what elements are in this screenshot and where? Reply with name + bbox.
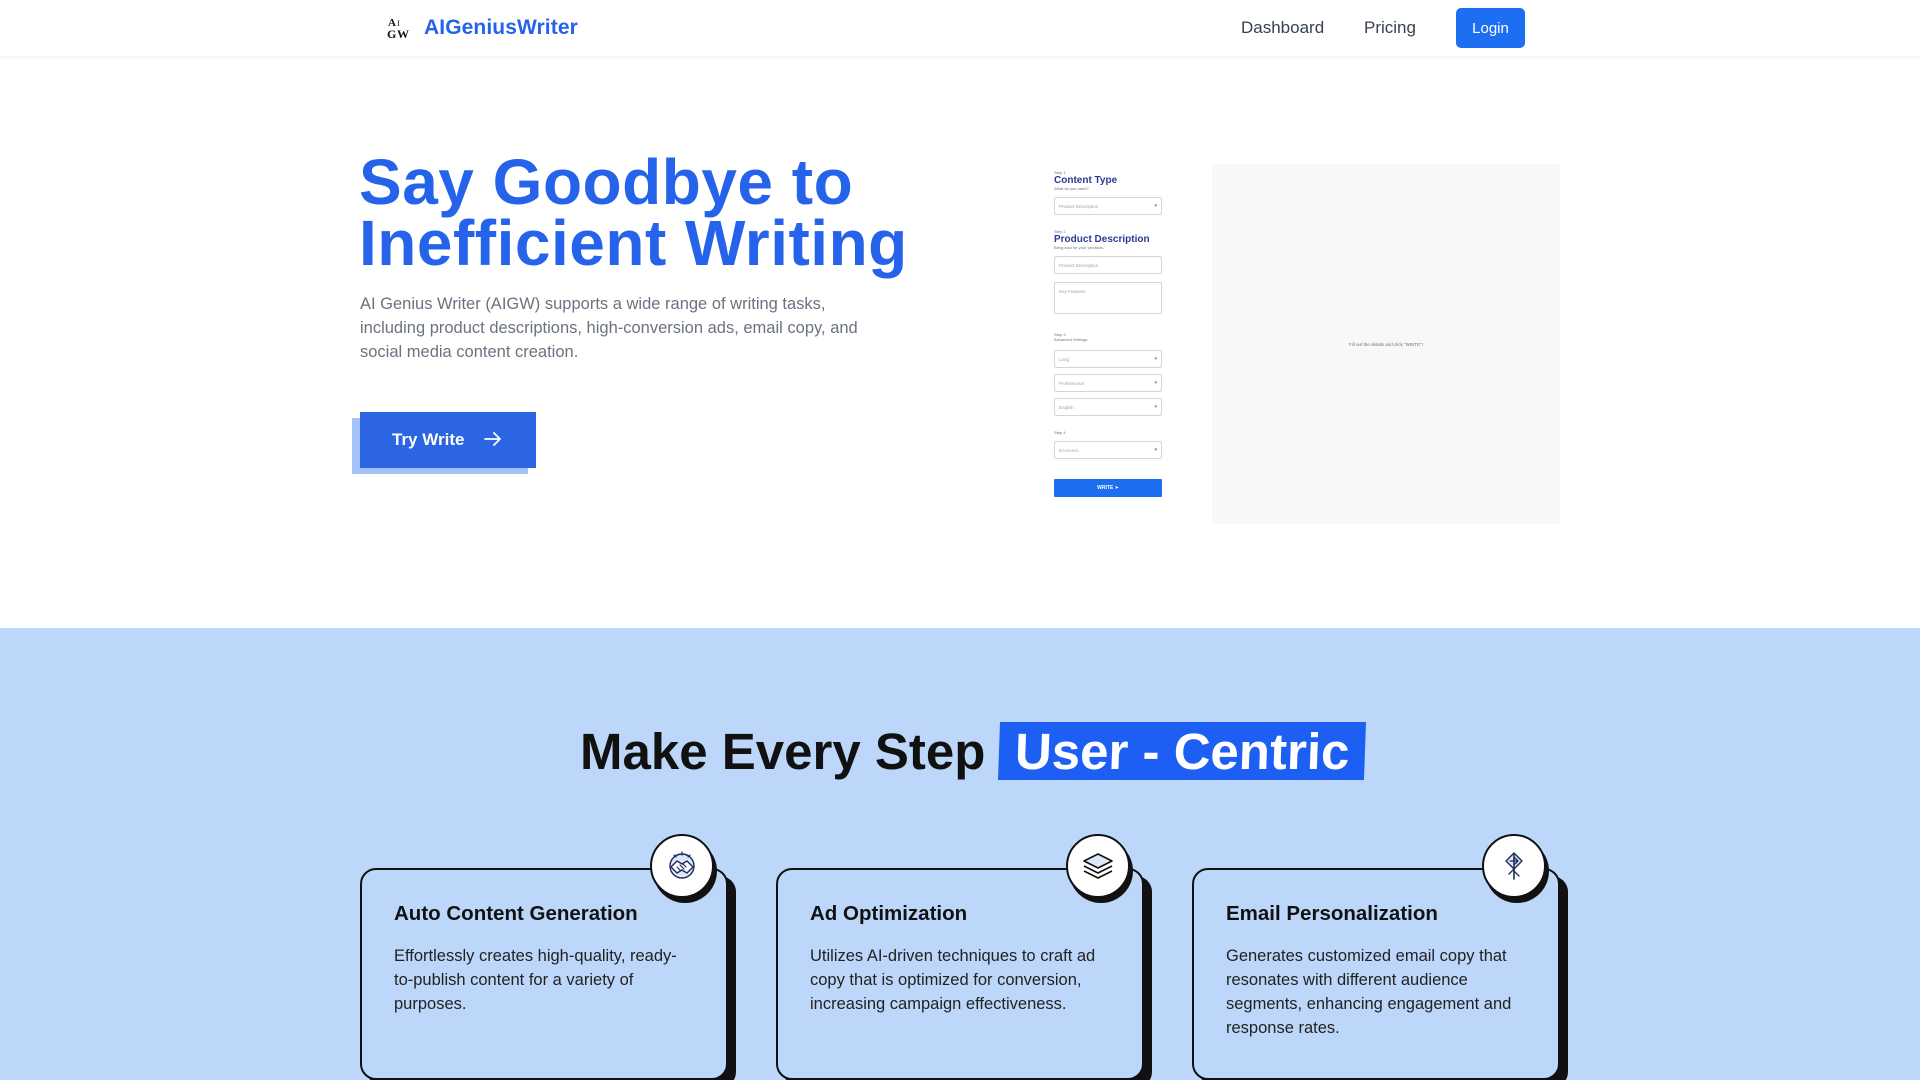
nav-link-pricing[interactable]: Pricing xyxy=(1364,18,1416,38)
preview-product-sub: Bring soul for your products. xyxy=(1054,245,1105,250)
card-title: Auto Content Generation xyxy=(394,902,638,925)
preview-model-select[interactable]: Economic ▾ xyxy=(1054,441,1162,459)
preview-content-type-sub: What do you need? xyxy=(1054,186,1089,191)
feature-card-email-personalization: Email Personalization Generates customiz… xyxy=(1192,834,1568,1080)
features-heading: Make Every Step User - Centric xyxy=(580,721,1367,781)
svg-text:G: G xyxy=(387,27,396,41)
writer-output-preview: Fill out the details and click "WRITE"! xyxy=(1212,164,1560,524)
arrow-right-icon xyxy=(484,430,502,451)
preview-content-type-value: Product Description xyxy=(1059,204,1099,209)
card-description: Effortlessly creates high-quality, ready… xyxy=(394,947,677,1013)
preview-model-value: Economic xyxy=(1059,448,1079,453)
feature-card-ad-optimization: Ad Optimization Utilizes AI-driven techn… xyxy=(776,834,1152,1080)
writer-form-preview: Step 1 Content Type What do you need? Pr… xyxy=(1040,164,1180,524)
direction-sign-icon xyxy=(1482,834,1546,898)
chevron-down-icon: ▾ xyxy=(1154,404,1157,410)
brand-name: AIGeniusWriter xyxy=(424,16,578,39)
features-heading-plain: Make Every Step xyxy=(580,722,986,780)
preview-length-value: Long xyxy=(1059,357,1070,362)
chevron-down-icon: ▾ xyxy=(1154,380,1157,386)
preview-content-type-heading: Content Type xyxy=(1054,175,1118,186)
card-body: Email Personalization Generates customiz… xyxy=(1192,868,1560,1080)
preview-tone-select[interactable]: Professional ▾ xyxy=(1054,374,1162,392)
preview-length-select[interactable]: Long ▾ xyxy=(1054,350,1162,368)
login-button[interactable]: Login xyxy=(1456,8,1525,48)
preview-product-name-input[interactable]: Product Description xyxy=(1054,256,1162,274)
features-section: Make Every Step User - Centric Auto Cont… xyxy=(0,628,1920,1080)
svg-text:W: W xyxy=(397,27,409,41)
preview-features-textarea[interactable]: Key Features xyxy=(1054,282,1162,314)
preview-language-select[interactable]: English ▾ xyxy=(1054,398,1162,416)
feature-card-auto-content: Auto Content Generation Effortlessly cre… xyxy=(360,834,736,1080)
card-body: Ad Optimization Utilizes AI-driven techn… xyxy=(776,868,1144,1080)
preview-language-value: English xyxy=(1059,405,1074,410)
card-description: Generates customized email copy that res… xyxy=(1226,947,1512,1037)
preview-write-button[interactable]: WRITE ➤ xyxy=(1054,479,1162,497)
card-title: Ad Optimization xyxy=(810,902,968,925)
top-navbar: A I G W AIGeniusWriter Dashboard Pricing… xyxy=(0,0,1920,56)
try-write-cta: Try Write xyxy=(352,412,536,476)
hero-title: Say Goodbye to Inefficient Writing xyxy=(359,150,919,275)
card-body: Auto Content Generation Effortlessly cre… xyxy=(360,868,728,1080)
aw-monogram-logo: A I G W xyxy=(386,14,414,42)
chevron-down-icon: ▾ xyxy=(1154,356,1157,362)
layers-icon xyxy=(1066,834,1130,898)
preview-step-4: Step 4 xyxy=(1054,430,1066,435)
hero-title-line-2: Inefficient Writing xyxy=(359,207,908,279)
chevron-down-icon: ▾ xyxy=(1154,447,1157,453)
preview-product-heading: Product Description xyxy=(1054,234,1150,245)
nav-link-dashboard[interactable]: Dashboard xyxy=(1241,18,1324,38)
try-write-button[interactable]: Try Write xyxy=(360,412,536,468)
preview-advanced-label: Advanced Settings xyxy=(1054,337,1088,342)
preview-content-type-select[interactable]: Product Description ▾ xyxy=(1054,197,1162,215)
features-heading-highlight: User - Centric xyxy=(998,722,1367,780)
try-write-label: Try Write xyxy=(392,430,465,449)
chevron-down-icon: ▾ xyxy=(1154,203,1157,209)
handshake-icon xyxy=(650,834,714,898)
brand-home-link[interactable]: A I G W AIGeniusWriter xyxy=(386,14,578,42)
card-title: Email Personalization xyxy=(1226,902,1438,925)
hero-description: AI Genius Writer (AIGW) supports a wide … xyxy=(360,295,858,361)
card-description: Utilizes AI-driven techniques to craft a… xyxy=(810,947,1096,1013)
preview-output-hint: Fill out the details and click "WRITE"! xyxy=(1349,341,1423,347)
preview-tone-value: Professional xyxy=(1059,381,1084,386)
